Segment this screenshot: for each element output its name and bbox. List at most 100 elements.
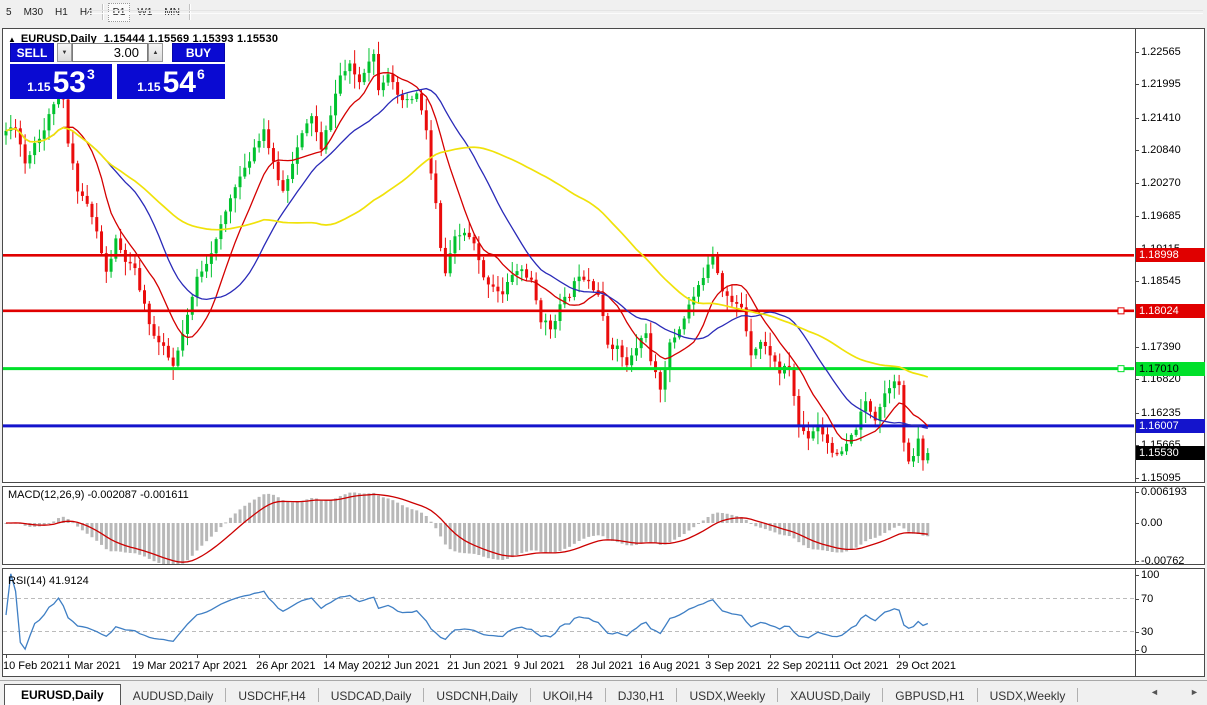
macd-axis-tick <box>1135 561 1139 562</box>
candle-body <box>463 233 466 235</box>
candle-body <box>855 430 858 435</box>
date-axis-tick <box>450 655 451 658</box>
candle-body <box>157 336 160 342</box>
candle-body <box>506 282 509 294</box>
tab-scroll-left-icon[interactable]: ◄ <box>1150 687 1159 697</box>
macd-histogram-bar <box>850 523 853 550</box>
candle-body <box>176 351 179 366</box>
symbol-tab-usdcad-daily[interactable]: USDCAD,Daily <box>319 686 424 705</box>
macd-histogram-bar <box>353 492 356 523</box>
macd-histogram-bar <box>902 523 905 528</box>
candle-body <box>119 238 122 250</box>
timeframe-button-m30[interactable]: M30 <box>19 3 48 22</box>
toolbar-groove <box>88 10 1203 14</box>
date-axis-label: 16 Aug 2021 <box>638 660 700 672</box>
price-axis-label: 1.18545 <box>1141 275 1181 287</box>
symbol-tab-dj30-h1[interactable]: DJ30,H1 <box>606 686 677 705</box>
symbol-tab-ukoil-h4[interactable]: UKOil,H4 <box>531 686 605 705</box>
macd-histogram-bar <box>291 502 294 523</box>
macd-histogram-bar <box>363 494 366 523</box>
candle-body <box>162 342 165 346</box>
macd-histogram-bar <box>410 509 413 523</box>
candle-body <box>224 211 227 224</box>
price-axis-tick <box>1135 84 1139 85</box>
macd-axis-tick <box>1135 492 1139 493</box>
candle-body <box>258 141 261 147</box>
macd-histogram-bar <box>678 523 681 537</box>
macd-histogram-bar <box>334 498 337 523</box>
macd-histogram-bar <box>845 523 848 551</box>
sell-button[interactable]: SELL <box>10 43 54 62</box>
symbol-tab-usdx-weekly[interactable]: USDX,Weekly <box>677 686 777 705</box>
candle-body <box>315 116 318 132</box>
rsi-panel[interactable] <box>3 569 1134 654</box>
macd-histogram-bar <box>711 514 714 523</box>
macd-histogram-bar <box>487 523 490 558</box>
candle-body <box>625 357 628 365</box>
sell-price-panel[interactable]: 1.15 53 3 <box>10 64 112 99</box>
tab-scroll-right-icon[interactable]: ► <box>1190 687 1199 697</box>
macd-histogram-bar <box>664 523 667 545</box>
timeframe-button-5[interactable]: 5 <box>1 3 17 22</box>
price-axis-label: 1.21995 <box>1141 78 1181 90</box>
symbol-tab-usdcnh-daily[interactable]: USDCNH,Daily <box>424 686 529 705</box>
volume-increase-button[interactable]: ▲ <box>148 43 163 62</box>
macd-histogram-bar <box>153 523 156 561</box>
macd-histogram-bar <box>377 496 380 523</box>
symbol-tab-audusd-daily[interactable]: AUDUSD,Daily <box>121 686 226 705</box>
volume-decrease-button[interactable]: ▼ <box>57 43 72 62</box>
date-axis-label: 29 Oct 2021 <box>896 660 956 672</box>
candle-body <box>559 304 562 321</box>
candle-body <box>549 321 552 330</box>
macd-histogram-bar <box>229 518 232 523</box>
macd-histogram-bar <box>463 523 466 553</box>
candle-body <box>458 235 461 236</box>
candle-body <box>592 281 595 290</box>
symbol-tab-gbpusd-h1[interactable]: GBPUSD,H1 <box>883 686 976 705</box>
macd-histogram-bar <box>492 523 495 559</box>
macd-histogram-bar <box>616 523 619 542</box>
candle-body <box>468 233 471 237</box>
panel-divider-macd-rsi[interactable] <box>2 564 1205 569</box>
macd-histogram-bar <box>401 505 404 523</box>
buy-button[interactable]: BUY <box>172 43 225 62</box>
macd-histogram-bar <box>726 514 729 523</box>
price-axis-tick <box>1135 150 1139 151</box>
volume-input[interactable] <box>72 43 148 62</box>
macd-histogram-bar <box>372 493 375 523</box>
candle-body <box>754 349 757 356</box>
macd-histogram-bar <box>582 523 585 539</box>
candle-body <box>482 260 485 277</box>
macd-histogram-bar <box>391 500 394 523</box>
buy-price-panel[interactable]: 1.15 54 6 <box>117 64 225 99</box>
date-axis-tick <box>517 655 518 658</box>
macd-histogram-bar <box>520 523 523 553</box>
candle-body <box>215 239 218 253</box>
macd-histogram-bar <box>554 523 557 553</box>
candle-body <box>879 407 882 420</box>
candle-body <box>444 248 447 273</box>
candle-body <box>850 435 853 444</box>
macd-histogram-bar <box>167 523 170 564</box>
macd-axis-tick <box>1135 523 1139 524</box>
macd-histogram-bar <box>907 523 910 532</box>
symbol-tab-usdchf-h4[interactable]: USDCHF,H4 <box>226 686 317 705</box>
symbol-tab-xauusd-daily[interactable]: XAUUSD,Daily <box>778 686 882 705</box>
date-axis-label: 10 Feb 2021 <box>3 660 65 672</box>
candle-body <box>511 275 514 282</box>
candle-body <box>487 277 490 284</box>
macd-histogram-bar <box>210 523 213 537</box>
candle-body <box>396 82 399 95</box>
macd-histogram-bar <box>239 509 242 523</box>
price-axis-label: 1.19685 <box>1141 210 1181 222</box>
timeframe-button-h1[interactable]: H1 <box>50 3 73 22</box>
macd-histogram-bar <box>430 522 433 523</box>
candle-body <box>587 280 590 281</box>
candle-body <box>831 443 834 453</box>
macd-histogram-bar <box>52 521 55 523</box>
symbol-tab-eurusd-daily[interactable]: EURUSD,Daily <box>4 684 121 705</box>
macd-histogram-bar <box>602 523 605 536</box>
panel-divider-main-macd[interactable] <box>2 482 1205 487</box>
symbol-tab-usdx-weekly[interactable]: USDX,Weekly <box>978 686 1078 705</box>
macd-histogram-bar <box>587 523 590 537</box>
